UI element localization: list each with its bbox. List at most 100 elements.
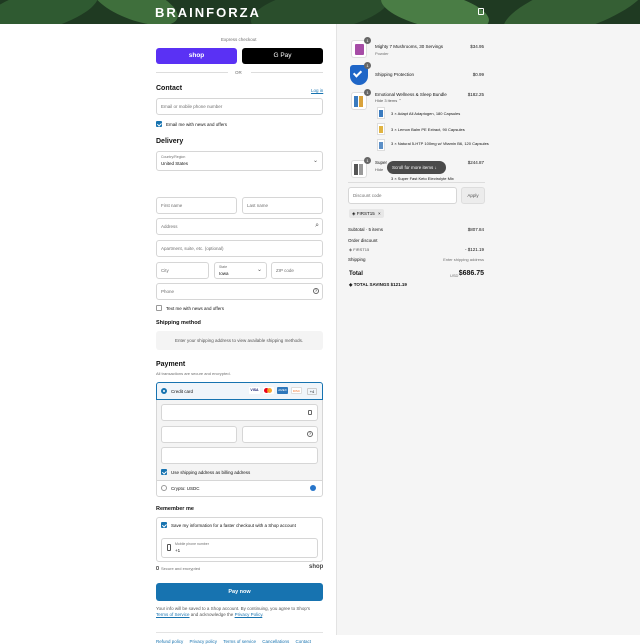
privacy-policy-link[interactable]: Privacy Policy bbox=[235, 612, 263, 617]
zip-field[interactable]: ZIP code bbox=[271, 262, 323, 279]
item-variant: Hide bbox=[375, 167, 384, 172]
bundle-item: 3 × Lemon Balm PE Extract, 90 Capsules bbox=[391, 127, 465, 132]
save-info-checkbox[interactable] bbox=[161, 522, 167, 528]
chevron-down-icon: ⌄ bbox=[256, 267, 262, 273]
hide-items-toggle[interactable]: Hide 3 items ⌃ bbox=[375, 98, 402, 103]
address-field[interactable]: Address ⌕ bbox=[156, 218, 323, 235]
subtotal-label: Subtotal · 5 items bbox=[348, 227, 384, 232]
item-name: Mighty 7 Mushrooms, 30 Servings bbox=[375, 44, 444, 49]
discount-tag-label: FIRST15 bbox=[356, 211, 375, 216]
google-pay-button[interactable]: G Pay bbox=[242, 48, 323, 64]
city-field[interactable]: City bbox=[156, 262, 209, 279]
checkout-form-panel: Express checkout shop G Pay OR Contact L… bbox=[0, 24, 336, 644]
lock-icon bbox=[156, 566, 159, 570]
remember-me-heading: Remember me bbox=[156, 506, 194, 512]
mobile-phone-value: +1 bbox=[175, 548, 181, 553]
last-name-placeholder: Last name bbox=[247, 203, 269, 208]
apply-discount-button[interactable]: Apply bbox=[461, 187, 485, 204]
footer-link-terms-of-service[interactable]: Terms of service bbox=[223, 639, 256, 644]
mobile-phone-label: Mobile phone number bbox=[175, 542, 209, 546]
email-field[interactable]: Email or mobile phone number bbox=[156, 98, 323, 115]
payment-heading: Payment bbox=[156, 361, 186, 368]
footer-link-refund-policy[interactable]: Refund policy bbox=[156, 639, 183, 644]
country-select[interactable]: Country/Region United States ⌄ bbox=[156, 151, 323, 171]
crypto-radio[interactable] bbox=[161, 485, 167, 491]
mobile-phone-field[interactable]: Mobile phone number +1 bbox=[161, 538, 318, 558]
summary-divider bbox=[348, 182, 485, 183]
terms-of-service-link[interactable]: Terms of Service bbox=[156, 612, 190, 617]
scroll-hint-label: Scroll for more items bbox=[392, 165, 434, 170]
brand-logo[interactable]: BRAINFORZA bbox=[155, 5, 261, 20]
bundle-item: 3 × Natural 5-HTP 100mg w/ Vitamin B6, 1… bbox=[391, 141, 489, 146]
item-name: Shipping Protection bbox=[375, 72, 415, 77]
shipping-method-notice: Enter your shipping address to view avai… bbox=[175, 338, 304, 343]
email-placeholder: Email or mobile phone number bbox=[161, 104, 223, 109]
discount-code-placeholder: Discount code bbox=[353, 193, 382, 198]
help-icon[interactable]: ? bbox=[307, 431, 313, 437]
shipping-value: Enter shipping address bbox=[443, 257, 484, 262]
shop-disclaimer: Your info will be saved to a Shop accoun… bbox=[156, 606, 323, 618]
search-icon: ⌕ bbox=[315, 222, 319, 229]
card-number-field[interactable] bbox=[161, 404, 318, 421]
payment-subtitle: All transactions are secure and encrypte… bbox=[156, 371, 231, 376]
discount-code-field[interactable]: Discount code bbox=[348, 187, 457, 204]
phone-placeholder: Phone bbox=[161, 289, 175, 294]
item-price: $0.99 bbox=[472, 72, 484, 77]
tag-icon: ◈ bbox=[349, 247, 353, 252]
quantity-badge: 1 bbox=[364, 157, 371, 164]
footer-link-contact[interactable]: Contact bbox=[296, 639, 312, 644]
last-name-field[interactable]: Last name bbox=[242, 197, 323, 214]
item-name: Emotional Wellness & Sleep Bundle bbox=[375, 92, 447, 97]
total-label: Total bbox=[349, 271, 363, 277]
discount-tag[interactable]: ◈ FIRST15 × bbox=[349, 209, 384, 218]
leaf-decoration bbox=[247, 0, 393, 24]
footer-link-cancellations[interactable]: Cancellations bbox=[262, 639, 289, 644]
bundle-thumbnail bbox=[377, 139, 385, 151]
express-checkout-label: Express checkout bbox=[221, 37, 257, 42]
shop-pay-button[interactable]: shop bbox=[156, 48, 237, 64]
credit-card-radio[interactable] bbox=[161, 388, 167, 394]
tag-icon: ◈ bbox=[349, 282, 353, 287]
divider bbox=[156, 72, 228, 73]
subtotal-value: $807.84 bbox=[467, 227, 484, 232]
billing-address-checkbox[interactable] bbox=[161, 469, 167, 475]
disclaimer-period: . bbox=[262, 612, 264, 617]
divider bbox=[251, 72, 323, 73]
phone-field[interactable]: Phone ? bbox=[156, 283, 323, 300]
expiration-date-field[interactable] bbox=[161, 426, 237, 443]
state-select[interactable]: State Iowa ⌄ bbox=[214, 262, 267, 279]
name-on-card-field[interactable] bbox=[161, 447, 318, 464]
news-checkbox[interactable] bbox=[156, 121, 162, 127]
credit-card-label: Credit card bbox=[171, 389, 194, 394]
shipping-label: Shipping bbox=[348, 257, 366, 262]
leaf-decoration bbox=[0, 0, 104, 24]
remove-discount-icon[interactable]: × bbox=[378, 211, 381, 216]
pay-now-button[interactable]: Pay now bbox=[156, 583, 323, 601]
secure-label: Secure and encrypted bbox=[161, 566, 201, 571]
discount-code-line: ◈ FIRST15 bbox=[349, 247, 369, 252]
disclaimer-text-2: and acknowledge the bbox=[190, 612, 234, 617]
lock-icon bbox=[308, 410, 312, 415]
shopping-bag-icon[interactable] bbox=[478, 8, 484, 15]
tag-icon: ◈ bbox=[352, 211, 356, 216]
mastercard-icon bbox=[263, 387, 274, 394]
login-link[interactable]: Log in bbox=[311, 88, 323, 93]
discount-value: - $121.19 bbox=[464, 247, 484, 252]
apartment-field[interactable]: Apartment, suite, etc. (optional) bbox=[156, 240, 323, 257]
savings-label: TOTAL SAVINGS bbox=[353, 282, 390, 287]
text-offers-checkbox[interactable] bbox=[156, 305, 162, 311]
scroll-hint-pill[interactable]: Scroll for more items ↓ bbox=[387, 161, 446, 174]
security-code-field[interactable]: ? bbox=[242, 426, 318, 443]
address-placeholder: Address bbox=[161, 224, 178, 229]
total-value: $686.75 bbox=[458, 270, 484, 277]
first-name-placeholder: First name bbox=[161, 203, 183, 208]
visa-icon: VISA bbox=[249, 387, 260, 394]
footer-link-privacy-policy[interactable]: Privacy policy bbox=[190, 639, 218, 644]
bundle-item: 3 × Super Fast Keto Electrolyte Mix bbox=[391, 176, 454, 181]
text-offers-label: Text me with news and offers bbox=[166, 306, 224, 311]
country-label: Country/Region bbox=[161, 155, 186, 159]
bundle-thumbnail bbox=[377, 107, 385, 119]
first-name-field[interactable]: First name bbox=[156, 197, 237, 214]
delivery-heading: Delivery bbox=[156, 138, 184, 145]
help-icon[interactable]: ? bbox=[313, 288, 319, 294]
